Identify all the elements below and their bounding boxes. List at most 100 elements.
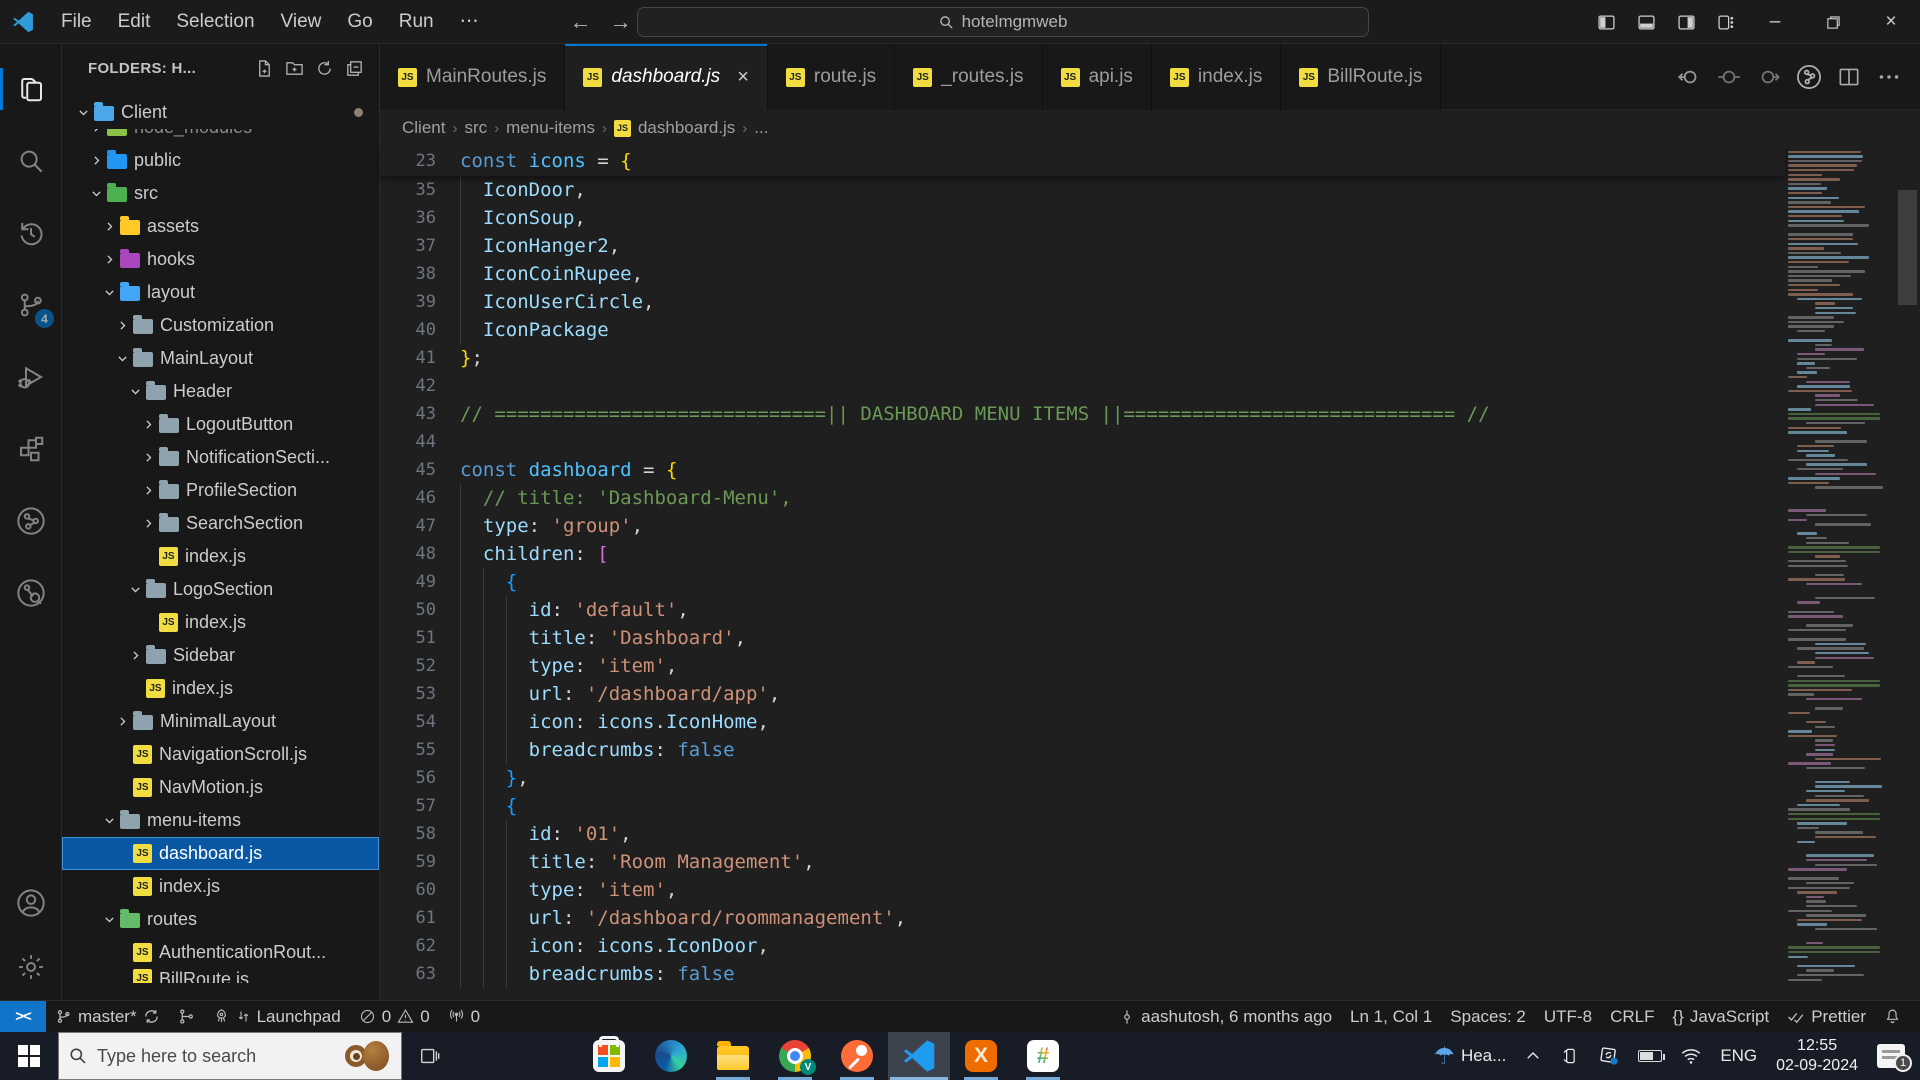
tree-folder-SearchSection[interactable]: SearchSection [62, 507, 379, 540]
language-mode[interactable]: {} JavaScript [1663, 1007, 1778, 1027]
toggle-panel-icon[interactable] [1626, 0, 1666, 44]
menu-edit[interactable]: Edit [105, 7, 164, 37]
tree-file-indexjs[interactable]: JS index.js [62, 540, 379, 573]
tree-folder-LogoutButton[interactable]: LogoutButton [62, 408, 379, 441]
notification-center[interactable]: 1 [1868, 1032, 1914, 1080]
menu-go[interactable]: Go [334, 7, 385, 37]
eol-sequence[interactable]: CRLF [1601, 1007, 1663, 1027]
tab-api.js[interactable]: JS api.js [1042, 44, 1152, 110]
code-line[interactable]: 61 url: '/dashboard/roommanagement', [380, 904, 1785, 932]
menu-file[interactable]: File [48, 7, 105, 37]
code-line[interactable]: 63 breadcrumbs: false [380, 960, 1785, 988]
code-line[interactable]: 51 title: 'Dashboard', [380, 624, 1785, 652]
sync-device-icon[interactable] [1589, 1032, 1629, 1080]
git-actions-icon[interactable] [169, 1008, 204, 1025]
code-line[interactable]: 50 id: 'default', [380, 596, 1785, 624]
close-tab-icon[interactable]: × [737, 66, 749, 89]
code-line[interactable]: 48 children: [ [380, 540, 1785, 568]
problems-item[interactable]: 0 0 [350, 1007, 439, 1027]
tree-folder-Customization[interactable]: Customization [62, 309, 379, 342]
code-line[interactable]: 49 { [380, 568, 1785, 596]
code-line[interactable]: 38 IconCoinRupee, [380, 260, 1785, 288]
refresh-icon[interactable] [309, 54, 339, 82]
tree-folder-ProfileSection[interactable]: ProfileSection [62, 474, 379, 507]
code-line[interactable]: 58 id: '01', [380, 820, 1785, 848]
formatter-item[interactable]: Prettier [1778, 1007, 1875, 1027]
breadcrumb-item[interactable]: dashboard.js [638, 118, 735, 138]
git-graph-icon[interactable] [0, 492, 62, 550]
more-actions-icon[interactable] [1874, 62, 1904, 92]
customize-layout-icon[interactable] [1706, 0, 1746, 44]
menu-run[interactable]: Run [386, 7, 447, 37]
tree-folder-src[interactable]: src [62, 177, 379, 210]
ports-item[interactable]: 0 [439, 1007, 489, 1027]
tab-_routes.js[interactable]: JS _routes.js [895, 44, 1043, 110]
tab-dashboard.js[interactable]: JS dashboard.js × [565, 44, 768, 110]
source-control-icon[interactable]: 4 [0, 276, 62, 334]
app-vscode[interactable] [888, 1032, 950, 1080]
code-line[interactable]: 45 const dashboard = { [380, 456, 1785, 484]
notifications-bell-icon[interactable] [1875, 1008, 1910, 1025]
app-microsoft-store[interactable] [578, 1032, 640, 1080]
tree-file-indexjs[interactable]: JS index.js [62, 870, 379, 903]
sticky-scroll-line[interactable]: 23 const icons = { [380, 146, 1785, 176]
app-edge[interactable] [640, 1032, 702, 1080]
new-file-icon[interactable] [249, 54, 279, 82]
code-line[interactable]: 42 [380, 372, 1785, 400]
code-line[interactable]: 46 // title: 'Dashboard-Menu', [380, 484, 1785, 512]
tab-index.js[interactable]: JS index.js [1151, 44, 1282, 110]
code-line[interactable]: 39 IconUserCircle, [380, 288, 1785, 316]
tray-chevron-icon[interactable] [1515, 1032, 1551, 1080]
tree-file-BillRoutejs[interactable]: JS BillRoute.js [62, 969, 379, 983]
encoding[interactable]: UTF-8 [1535, 1007, 1601, 1027]
next-change-icon[interactable] [1754, 62, 1784, 92]
code-line[interactable]: 54 icon: icons. IconHome, [380, 708, 1785, 736]
app-slack[interactable]: # [1012, 1032, 1074, 1080]
tab-BillRoute.js[interactable]: JS BillRoute.js [1281, 44, 1442, 110]
close-button[interactable]: × [1862, 0, 1920, 44]
tree-file-NavMotionjs[interactable]: JS NavMotion.js [62, 771, 379, 804]
new-folder-icon[interactable] [279, 54, 309, 82]
tree-folder-menu-items[interactable]: menu-items [62, 804, 379, 837]
menu-more[interactable]: ⋯ [447, 6, 492, 37]
search-highlight-image[interactable] [345, 1039, 391, 1073]
wifi-icon[interactable] [1671, 1032, 1711, 1080]
breadcrumb-item[interactable]: Client [402, 118, 445, 138]
tree-folder-NotificationSecti[interactable]: NotificationSecti... [62, 441, 379, 474]
code-line[interactable]: 36 IconSoup, [380, 204, 1785, 232]
minimize-button[interactable]: – [1746, 0, 1804, 44]
extensions-icon[interactable] [0, 420, 62, 478]
breadcrumb-item[interactable]: menu-items [506, 118, 595, 138]
code-line[interactable]: 55 breadcrumbs: false [380, 736, 1785, 764]
clock[interactable]: 12:55 02-09-2024 [1766, 1036, 1868, 1076]
run-debug-icon[interactable] [0, 348, 62, 406]
code-line[interactable]: 41}; [380, 344, 1785, 372]
tree-folder-Header[interactable]: Header [62, 375, 379, 408]
tree-folder-MinimalLayout[interactable]: MinimalLayout [62, 705, 379, 738]
code-line[interactable]: 37 IconHanger2, [380, 232, 1785, 260]
breadcrumb-item[interactable]: src [464, 118, 487, 138]
code-line[interactable]: 59 title: 'Room Management', [380, 848, 1785, 876]
tree-folder-MainLayout[interactable]: MainLayout [62, 342, 379, 375]
git-graph-run-icon[interactable] [1794, 62, 1824, 92]
battery-icon[interactable] [1629, 1032, 1671, 1080]
tree-file-NavigationScrolljs[interactable]: JS NavigationScroll.js [62, 738, 379, 771]
menu-selection[interactable]: Selection [163, 7, 267, 37]
change-node-icon[interactable] [1714, 62, 1744, 92]
taskbar-search[interactable]: Type here to search [58, 1032, 402, 1080]
code-line[interactable]: 44 [380, 428, 1785, 456]
language-indicator[interactable]: ENG [1711, 1032, 1766, 1080]
breadcrumb-item[interactable]: ... [754, 118, 768, 138]
indentation[interactable]: Spaces: 2 [1441, 1007, 1535, 1027]
settings-gear-icon[interactable] [0, 938, 62, 996]
toggle-secondary-sidebar-icon[interactable] [1666, 0, 1706, 44]
tree-folder-node_modules[interactable]: node_modules [62, 129, 379, 144]
prev-change-icon[interactable] [1674, 62, 1704, 92]
tree-folder-hooks[interactable]: hooks [62, 243, 379, 276]
remote-indicator[interactable]: >< [0, 1000, 46, 1033]
code-line[interactable]: 62 icon: icons. IconDoor, [380, 932, 1785, 960]
launchpad-item[interactable]: Launchpad [204, 1007, 350, 1027]
tree-folder-Sidebar[interactable]: Sidebar [62, 639, 379, 672]
tree-folder-public[interactable]: public [62, 144, 379, 177]
phone-link-icon[interactable] [1551, 1032, 1589, 1080]
